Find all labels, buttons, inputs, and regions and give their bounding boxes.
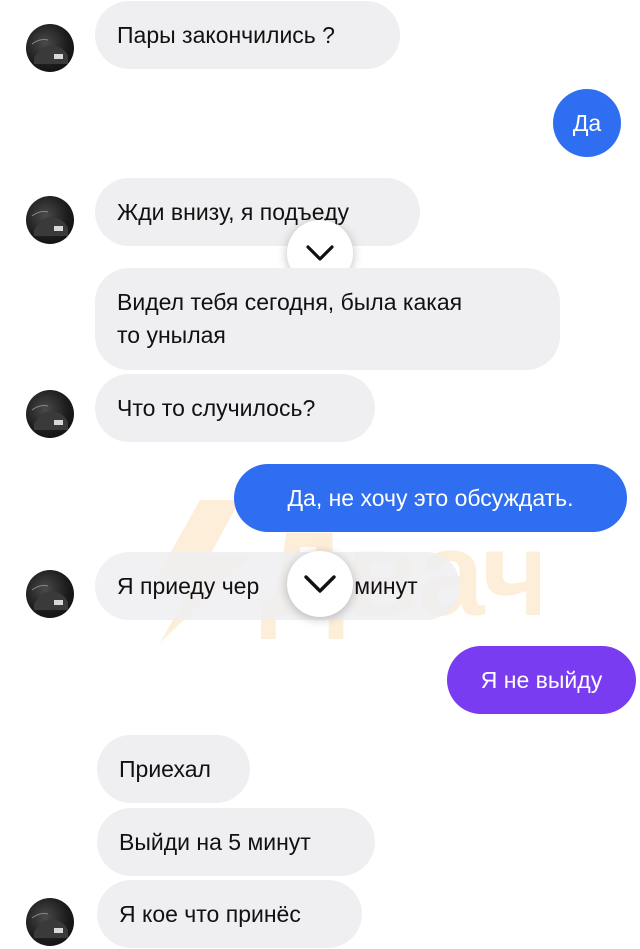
message-text: Пары закончились ? — [117, 21, 335, 48]
message-text: Приехал — [119, 755, 211, 782]
message-text: Выйди на 5 минут — [119, 828, 311, 855]
message-bubble-incoming[interactable]: Жди внизу, я подъеду — [95, 178, 420, 246]
message-bubble-incoming[interactable]: Я приеду чер минут — [95, 552, 460, 620]
message-bubble-outgoing[interactable]: Да, не хочу это обсуждать. — [234, 464, 627, 532]
message-bubble-incoming[interactable]: Пары закончились ? — [95, 1, 400, 69]
message-text: Что то случилось? — [117, 394, 316, 421]
message-bubble-incoming[interactable]: Видел тебя сегодня, была какая то унылая — [95, 268, 560, 370]
avatar[interactable] — [26, 570, 74, 618]
message-text: Я не выйду — [480, 666, 603, 693]
message-text: минут — [354, 572, 418, 599]
message-bubble-outgoing[interactable]: Я не выйду — [447, 646, 636, 714]
avatar[interactable] — [26, 390, 74, 438]
chevron-down-icon — [306, 245, 334, 261]
message-text: Да, не хочу это обсуждать. — [287, 484, 574, 511]
message-text-line: Видел тебя сегодня, была какая — [117, 289, 463, 315]
message-bubble-incoming[interactable]: Я кое что принёс — [97, 880, 362, 948]
message-text: Я приеду чер — [117, 572, 260, 599]
avatar[interactable] — [26, 898, 74, 946]
message-text: Да — [572, 109, 602, 136]
message-bubble-incoming[interactable]: Выйди на 5 минут — [97, 808, 375, 876]
chevron-down-icon — [304, 575, 336, 593]
message-bubble-incoming[interactable]: Приехал — [97, 735, 250, 803]
message-bubble-incoming[interactable]: Что то случилось? — [95, 374, 375, 442]
avatar[interactable] — [26, 196, 74, 244]
scroll-down-button[interactable] — [287, 551, 353, 617]
message-bubble-outgoing[interactable]: Да — [553, 89, 621, 157]
message-text-line: то унылая — [117, 322, 226, 348]
avatar[interactable] — [26, 24, 74, 72]
message-text: Я кое что принёс — [119, 900, 301, 927]
